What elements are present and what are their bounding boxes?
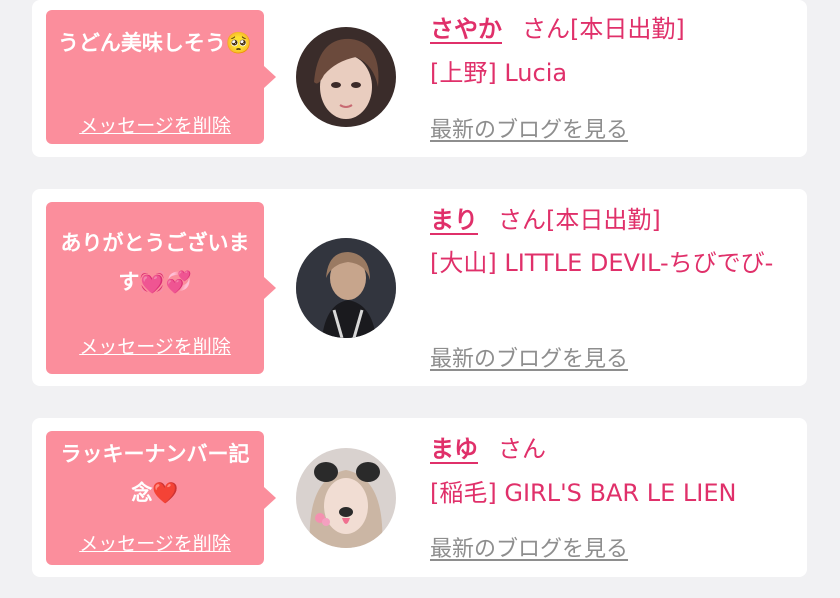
- cast-name-link[interactable]: まり: [430, 206, 478, 234]
- cast-name-line: さやか さん[本日出勤]: [430, 14, 685, 44]
- cast-status: さん[本日出勤]: [498, 206, 661, 234]
- latest-blog-link[interactable]: 最新のブログを見る: [430, 341, 628, 373]
- shop-name: [大山] LITTLE DEVIL-ちびでび-: [430, 249, 774, 277]
- cast-name-line: まり さん[本日出勤]: [430, 205, 661, 235]
- message-bubble: ありがとうございます💓💞 メッセージを削除: [46, 202, 276, 374]
- latest-blog-link[interactable]: 最新のブログを見る: [430, 112, 628, 144]
- cast-name-link[interactable]: さやか: [430, 15, 502, 43]
- avatar[interactable]: [296, 448, 396, 548]
- message-card: うどん美味しそう🥺 メッセージを削除 さやか さん[本日出勤] [上野] Luci…: [32, 0, 807, 157]
- cast-status: さん: [498, 435, 546, 463]
- message-text: ありがとうございます💓💞: [60, 231, 250, 294]
- message-card: ラッキーナンバー記念❤️ メッセージを削除 まゆ さん [稲毛] GIRL'S B…: [32, 418, 807, 577]
- latest-blog-link[interactable]: 最新のブログを見る: [430, 531, 628, 563]
- avatar[interactable]: [296, 27, 396, 127]
- message-text: ラッキーナンバー記念❤️: [60, 442, 250, 505]
- cast-name-line: まゆ さん: [430, 434, 546, 464]
- message-card: ありがとうございます💓💞 メッセージを削除 まり さん[本日出勤] [大山] LI…: [32, 189, 807, 386]
- cast-status: さん[本日出勤]: [522, 15, 685, 43]
- shop-name: [稲毛] GIRL'S BAR LE LIEN: [430, 479, 737, 507]
- avatar[interactable]: [296, 238, 396, 338]
- delete-message-link[interactable]: メッセージを削除: [46, 111, 264, 138]
- message-text: うどん美味しそう🥺: [57, 31, 253, 55]
- delete-message-link[interactable]: メッセージを削除: [46, 529, 264, 556]
- cast-name-link[interactable]: まゆ: [430, 435, 478, 463]
- shop-name: [上野] Lucia: [430, 59, 568, 87]
- delete-message-link[interactable]: メッセージを削除: [46, 332, 264, 359]
- message-bubble: うどん美味しそう🥺 メッセージを削除: [46, 10, 276, 144]
- message-bubble: ラッキーナンバー記念❤️ メッセージを削除: [46, 431, 276, 565]
